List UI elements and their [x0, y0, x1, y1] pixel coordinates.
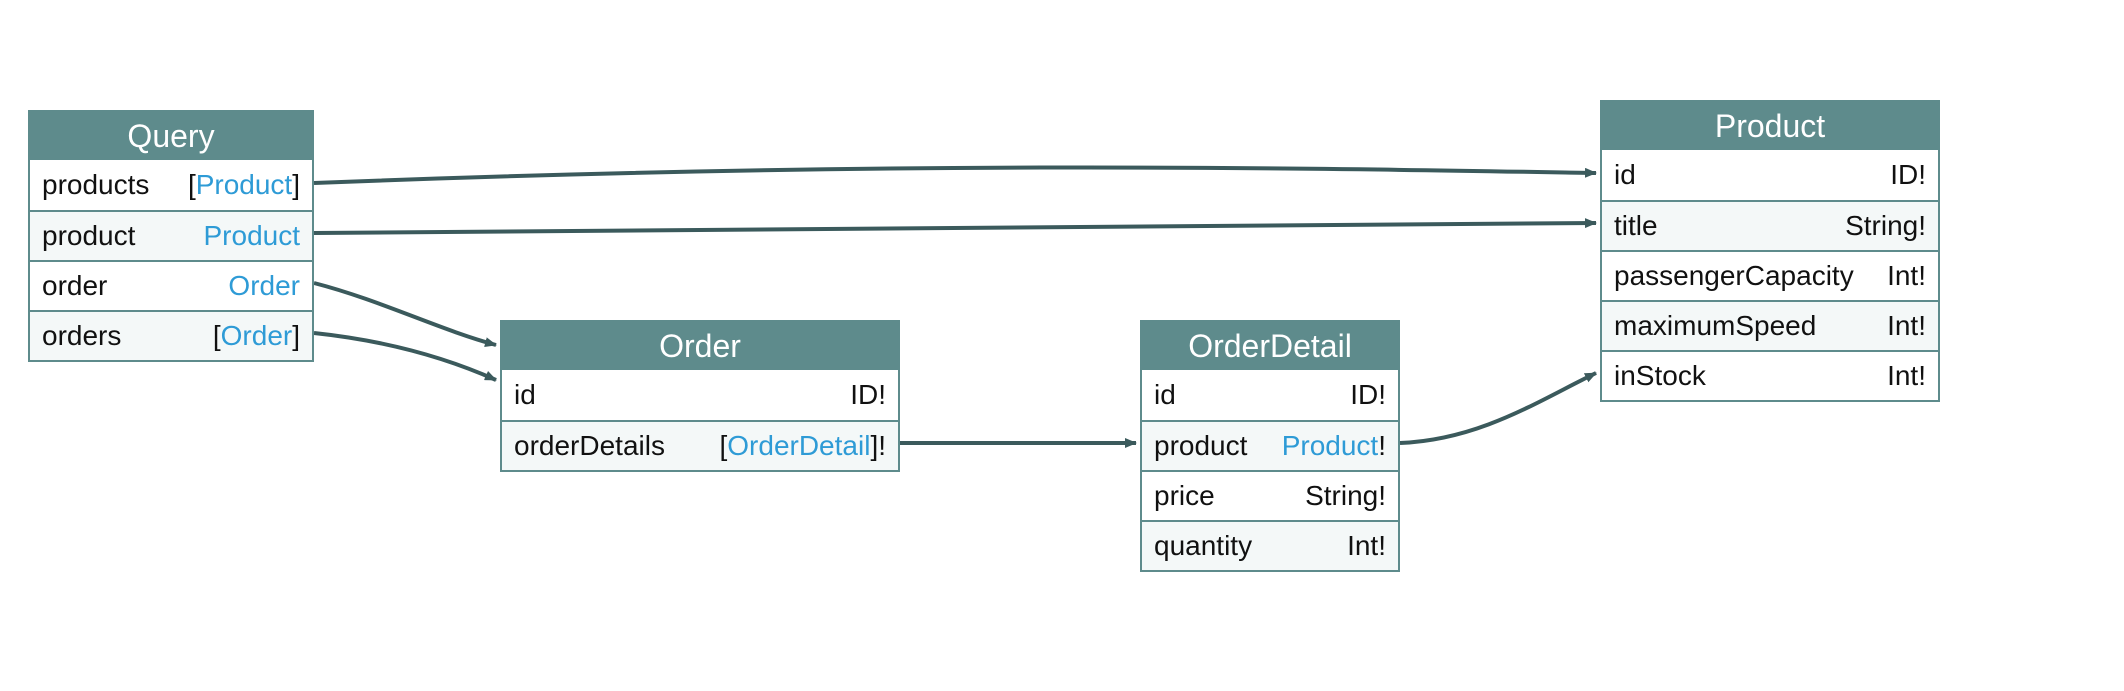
field-row: title String!	[1602, 200, 1938, 250]
field-row: quantity Int!	[1142, 520, 1398, 570]
field-row: products [Product]	[30, 160, 312, 210]
field-name: product	[1154, 430, 1247, 462]
entity-title: Product	[1602, 102, 1938, 150]
entity-orderDetail: OrderDetail id ID! product Product! price Stri…	[1140, 320, 1400, 572]
type-bracket-open: [	[188, 169, 196, 200]
field-name: price	[1154, 480, 1215, 512]
field-row: id ID!	[1142, 370, 1398, 420]
field-row: price String!	[1142, 470, 1398, 520]
field-name: product	[42, 220, 135, 252]
type-reference: Order	[228, 270, 300, 301]
field-type: Int!	[1347, 530, 1386, 562]
type-reference: Product	[196, 169, 293, 200]
field-type: Int!	[1887, 310, 1926, 342]
type-bracket-close: ]	[292, 169, 300, 200]
field-row: order Order	[30, 260, 312, 310]
field-type: Int!	[1887, 360, 1926, 392]
field-row: orderDetails [OrderDetail]!	[502, 420, 898, 470]
field-type: Product!	[1282, 430, 1386, 462]
type-reference: OrderDetail	[727, 430, 870, 461]
edge-orderDetail-product-to-product-inStock	[1400, 373, 1596, 443]
type-reference: Order	[221, 320, 293, 351]
edge-query-orders-to-order	[314, 333, 496, 380]
field-row: maximumSpeed Int!	[1602, 300, 1938, 350]
type-reference: Product	[204, 220, 301, 251]
field-name: orderDetails	[514, 430, 665, 462]
type-bracket-open: [	[213, 320, 221, 351]
field-row: id ID!	[502, 370, 898, 420]
field-name: id	[1614, 159, 1636, 191]
field-type: ID!	[1350, 379, 1386, 411]
field-name: products	[42, 169, 149, 201]
field-type: Int!	[1887, 260, 1926, 292]
type-bracket-close: ]	[292, 320, 300, 351]
schema-diagram: Queryproducts[Product]productProductorde…	[0, 0, 2124, 691]
type-reference: Product	[1282, 430, 1379, 461]
field-row: id ID!	[1602, 150, 1938, 200]
field-type: ID!	[850, 379, 886, 411]
type-bracket-close: ]!	[870, 430, 886, 461]
entity-query: Queryproducts[Product]productProductorde…	[28, 110, 314, 362]
field-row: inStock Int!	[1602, 350, 1938, 400]
field-name: quantity	[1154, 530, 1252, 562]
field-name: id	[1154, 379, 1176, 411]
field-name: passengerCapacity	[1614, 260, 1854, 292]
field-type: Order	[228, 270, 300, 302]
field-type: String!	[1305, 480, 1386, 512]
field-type: [OrderDetail]!	[719, 430, 886, 462]
edge-query-product-to-product-title	[314, 223, 1596, 233]
field-type: String!	[1845, 210, 1926, 242]
field-type: Product	[204, 220, 301, 252]
field-name: orders	[42, 320, 121, 352]
field-name: order	[42, 270, 107, 302]
edge-query-products-to-product-id	[314, 167, 1596, 183]
field-row: product Product	[30, 210, 312, 260]
field-type: [Order]	[213, 320, 300, 352]
entity-product: Product id ID! title String! passengerCapacit…	[1600, 100, 1940, 402]
field-name: title	[1614, 210, 1658, 242]
field-row: passengerCapacity Int!	[1602, 250, 1938, 300]
field-name: inStock	[1614, 360, 1706, 392]
entity-title: Order	[502, 322, 898, 370]
entity-order: Order id ID! orderDetails [OrderDetail]!	[500, 320, 900, 472]
type-bracket-close: !	[1378, 430, 1386, 461]
entity-title: OrderDetail	[1142, 322, 1398, 370]
field-type: [Product]	[188, 169, 300, 201]
field-name: maximumSpeed	[1614, 310, 1816, 342]
field-type: ID!	[1890, 159, 1926, 191]
field-row: orders [Order]	[30, 310, 312, 360]
field-name: id	[514, 379, 536, 411]
entity-title: Query	[30, 112, 312, 160]
edge-query-order-to-order	[314, 283, 496, 345]
field-row: product Product!	[1142, 420, 1398, 470]
